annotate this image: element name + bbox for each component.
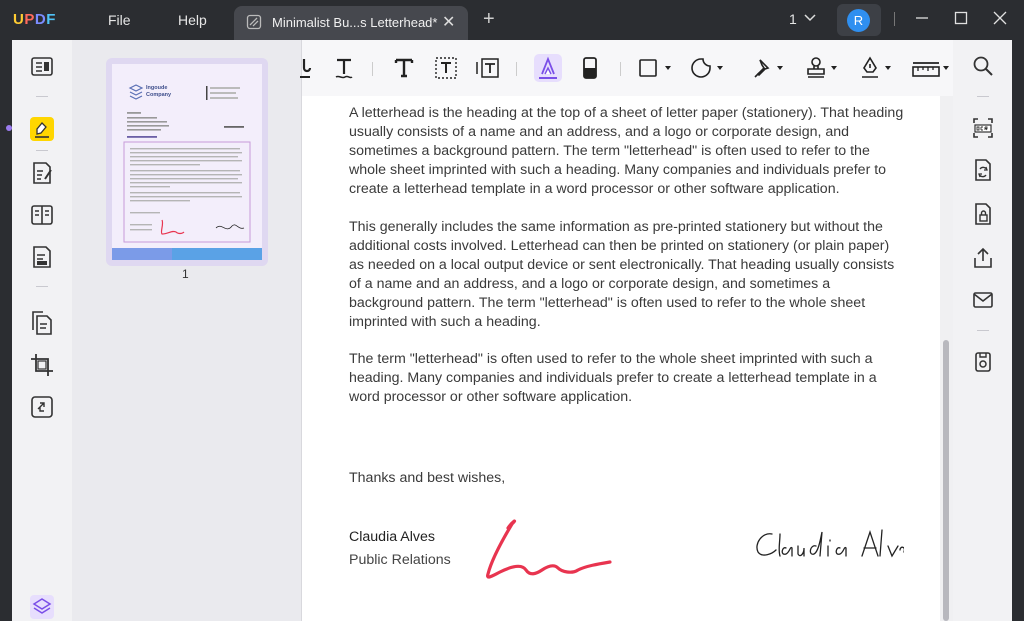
layers-icon[interactable] bbox=[29, 594, 55, 620]
divider bbox=[894, 12, 895, 26]
handwritten-signature[interactable] bbox=[482, 514, 632, 590]
divider bbox=[977, 330, 989, 331]
divider bbox=[36, 96, 48, 97]
email-icon[interactable] bbox=[971, 288, 995, 312]
document-page: A letterhead is the heading at the top o… bbox=[302, 96, 953, 621]
divider bbox=[516, 62, 517, 76]
close-window-icon[interactable] bbox=[992, 10, 1008, 26]
vertical-scrollbar[interactable] bbox=[940, 96, 953, 621]
signer-role: Public Relations bbox=[349, 552, 451, 568]
pencil-icon[interactable] bbox=[534, 54, 562, 82]
stamp-icon[interactable] bbox=[802, 54, 842, 82]
maximize-icon[interactable] bbox=[953, 10, 969, 26]
textbox-icon[interactable] bbox=[432, 54, 460, 82]
ocr-icon[interactable] bbox=[971, 116, 995, 140]
thumbnail-contents bbox=[112, 64, 262, 260]
text-callout-icon[interactable] bbox=[474, 54, 502, 82]
paragraph-2: This generally includes the same informa… bbox=[349, 218, 905, 333]
paragraph-1: A letterhead is the heading at the top o… bbox=[349, 104, 905, 199]
signature-pen-icon[interactable] bbox=[856, 54, 896, 82]
document-tab-icon bbox=[246, 14, 262, 30]
protect-icon[interactable] bbox=[971, 202, 995, 226]
sticker-icon[interactable] bbox=[688, 54, 728, 82]
reader-mode-icon[interactable] bbox=[29, 54, 55, 80]
account-button[interactable]: R bbox=[837, 4, 881, 36]
thumbnail-panel: IngoudeCompany 1 bbox=[72, 40, 302, 621]
divider bbox=[36, 286, 48, 287]
menu-file[interactable]: File bbox=[108, 12, 131, 28]
right-tool-rail bbox=[953, 40, 1012, 621]
left-tool-rail bbox=[12, 40, 72, 621]
share-icon[interactable] bbox=[971, 246, 995, 270]
page-count[interactable]: 1 bbox=[789, 11, 797, 27]
divider bbox=[977, 96, 989, 97]
shape-rectangle-icon[interactable] bbox=[636, 54, 676, 82]
divider bbox=[36, 150, 48, 151]
strikethrough-icon[interactable] bbox=[330, 54, 358, 82]
edit-pdf-icon[interactable] bbox=[29, 160, 55, 186]
script-signature bbox=[750, 526, 904, 566]
minimize-icon[interactable] bbox=[914, 10, 930, 26]
title-bar: UPDF File Help Minimalist Bu...s Letterh… bbox=[0, 0, 1024, 40]
organize-pages-icon[interactable] bbox=[29, 202, 55, 228]
menu-help[interactable]: Help bbox=[178, 12, 207, 28]
tab-close-icon[interactable]: ✕ bbox=[442, 12, 455, 32]
underline-icon[interactable] bbox=[296, 54, 324, 82]
search-icon[interactable] bbox=[971, 54, 995, 78]
new-tab-button[interactable]: + bbox=[483, 8, 495, 31]
text-icon[interactable] bbox=[390, 54, 418, 82]
annotation-toolbar bbox=[302, 40, 953, 96]
convert-icon[interactable] bbox=[971, 158, 995, 182]
prepare-form-icon[interactable] bbox=[29, 244, 55, 270]
closing-line: Thanks and best wishes, bbox=[349, 469, 905, 488]
thumbnail-page-number: 1 bbox=[182, 267, 189, 281]
avatar: R bbox=[847, 9, 870, 32]
compress-icon[interactable] bbox=[29, 394, 55, 420]
pin-icon[interactable] bbox=[748, 54, 788, 82]
document-tab[interactable]: Minimalist Bu...s Letterhead* ✕ bbox=[234, 6, 468, 40]
app-logo[interactable]: UPDF bbox=[13, 11, 56, 28]
thumbnail-preview: IngoudeCompany bbox=[112, 64, 262, 260]
divider bbox=[372, 62, 373, 76]
tab-title: Minimalist Bu...s Letterhead* bbox=[272, 15, 437, 30]
page-thumbnail[interactable]: IngoudeCompany bbox=[106, 58, 268, 266]
divider bbox=[620, 62, 621, 76]
signer-name: Claudia Alves bbox=[349, 529, 435, 545]
paragraph-3: The term "letterhead" is often used to r… bbox=[349, 350, 905, 407]
scrollbar-thumb[interactable] bbox=[943, 340, 949, 621]
page-tools-icon[interactable] bbox=[29, 310, 55, 336]
measure-icon[interactable] bbox=[910, 54, 954, 82]
chevron-down-icon[interactable] bbox=[803, 10, 817, 24]
thumbnail-company-name: IngoudeCompany bbox=[146, 85, 171, 99]
comment-highlighter-icon[interactable] bbox=[29, 116, 55, 142]
crop-icon[interactable] bbox=[29, 352, 55, 378]
eraser-icon[interactable] bbox=[576, 54, 604, 82]
save-icon[interactable] bbox=[971, 350, 995, 374]
